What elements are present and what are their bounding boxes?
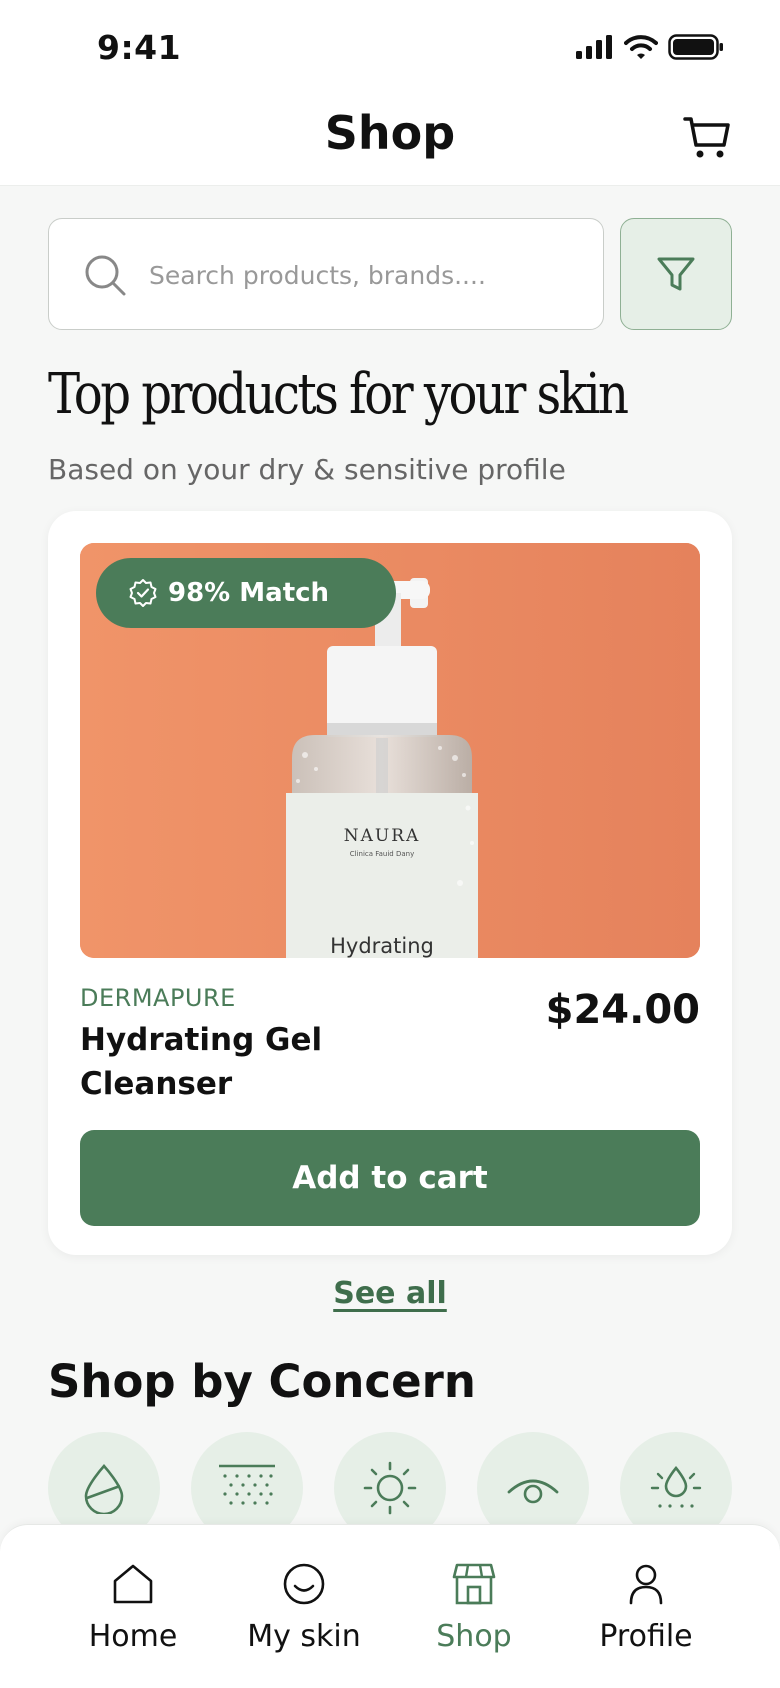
recommendations-title: Top products for your skin [48, 362, 629, 427]
status-time: 9:41 [97, 28, 182, 67]
tab-shop[interactable]: Shop [394, 1561, 554, 1654]
see-all-link[interactable]: See all [0, 1276, 780, 1311]
cart-icon[interactable] [682, 112, 732, 162]
match-badge: 98% Match [96, 558, 396, 628]
tab-my-skin-label: My skin [247, 1619, 361, 1654]
tab-my-skin[interactable]: My skin [224, 1561, 384, 1654]
signal-icon [576, 35, 612, 59]
page-title: Shop [324, 106, 456, 160]
bottle-product-text: Hydrating [330, 934, 434, 958]
tab-home[interactable]: Home [53, 1561, 213, 1654]
product-card[interactable]: NAURA Clinica Fauid Dany Hydrating 98% M… [48, 511, 732, 1255]
filter-button[interactable] [620, 218, 732, 330]
battery-icon [668, 34, 723, 60]
smiley-icon [283, 1563, 325, 1605]
bottle-brand-text: NAURA [344, 826, 421, 846]
eye-icon [507, 1479, 559, 1504]
wifi-icon [624, 35, 658, 59]
filter-icon [657, 257, 695, 291]
search-icon [85, 255, 126, 296]
status-bar: 9:41 [0, 0, 780, 92]
search-input[interactable] [149, 243, 579, 307]
status-icons [576, 34, 724, 60]
tab-bar: Home My skin Shop Profile [0, 1524, 780, 1688]
tab-profile-label: Profile [599, 1619, 693, 1654]
texture-icon [219, 1464, 275, 1505]
bottle-sub-text: Clinica Fauid Dany [350, 850, 415, 858]
product-price: $24.00 [545, 987, 700, 1033]
user-icon [629, 1564, 663, 1605]
verified-icon [129, 579, 157, 607]
add-to-cart-button[interactable]: Add to cart [80, 1130, 700, 1226]
tab-home-label: Home [88, 1619, 178, 1654]
tab-profile[interactable]: Profile [566, 1561, 726, 1654]
home-icon [113, 1564, 153, 1604]
sun-droplet-icon [650, 1465, 702, 1508]
product-name[interactable]: Hydrating Gel Cleanser [80, 1018, 440, 1106]
concerns-title: Shop by Concern [48, 1355, 476, 1408]
product-brand: DERMAPURE [80, 984, 236, 1012]
recommendations-subtitle: Based on your dry & sensitive profile [48, 453, 566, 486]
match-badge-label: 98% Match [168, 578, 330, 608]
store-icon [452, 1563, 496, 1605]
search-bar[interactable] [48, 218, 604, 330]
sun-icon [363, 1461, 417, 1515]
app-header: Shop [0, 92, 780, 186]
droplet-icon [84, 1464, 124, 1514]
tab-shop-label: Shop [436, 1619, 512, 1654]
